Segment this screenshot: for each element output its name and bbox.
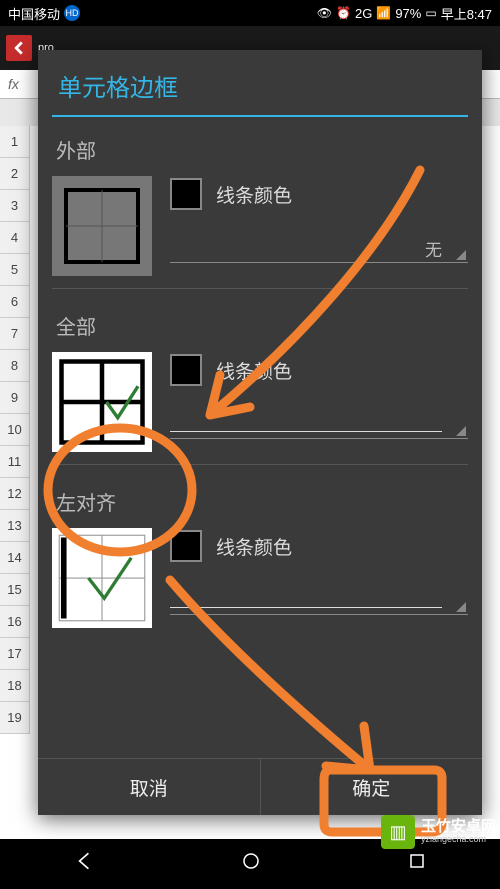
style-value: 无 bbox=[425, 241, 442, 260]
row-header[interactable]: 19 bbox=[0, 702, 30, 734]
preview-outer[interactable] bbox=[52, 176, 152, 276]
row-header[interactable]: 7 bbox=[0, 318, 30, 350]
preview-all[interactable] bbox=[52, 352, 152, 452]
nav-recent[interactable] bbox=[407, 851, 427, 877]
line-style-all[interactable] bbox=[170, 412, 468, 439]
dropdown-icon bbox=[456, 426, 466, 436]
color-swatch[interactable] bbox=[170, 354, 202, 386]
row-header[interactable]: 12 bbox=[0, 478, 30, 510]
row-header[interactable]: 1 bbox=[0, 126, 30, 158]
row-header[interactable]: 5 bbox=[0, 254, 30, 286]
color-picker-outer[interactable]: 线条颜色 bbox=[170, 178, 468, 210]
divider bbox=[52, 464, 468, 465]
section-left: 左对齐 线条颜色 bbox=[52, 479, 468, 628]
nav-back[interactable] bbox=[73, 850, 95, 878]
section-title-outer: 外部 bbox=[52, 127, 468, 176]
row-header[interactable]: 18 bbox=[0, 670, 30, 702]
line-style-outer[interactable]: 无 bbox=[170, 236, 468, 263]
color-picker-all[interactable]: 线条颜色 bbox=[170, 354, 468, 386]
row-header[interactable]: 6 bbox=[0, 286, 30, 318]
battery-label: 97% bbox=[395, 6, 421, 21]
cancel-button[interactable]: 取消 bbox=[38, 759, 260, 815]
row-header[interactable]: 4 bbox=[0, 222, 30, 254]
cell-border-dialog: 单元格边框 外部 线条颜色 无 bbox=[38, 50, 482, 815]
row-header[interactable]: 15 bbox=[0, 574, 30, 606]
watermark-url: yzlangecha.com bbox=[421, 835, 496, 844]
fx-label: fx bbox=[8, 76, 19, 92]
row-headers: 12345678910111213141516171819 bbox=[0, 126, 30, 734]
divider bbox=[52, 288, 468, 289]
section-title-left: 左对齐 bbox=[52, 479, 468, 528]
watermark: ▥ 玉竹安卓网 yzlangecha.com bbox=[381, 815, 496, 849]
row-header[interactable]: 17 bbox=[0, 638, 30, 670]
nav-home[interactable] bbox=[241, 851, 261, 877]
eye-icon: 👁 bbox=[317, 6, 332, 20]
dialog-buttons: 取消 确定 bbox=[38, 758, 482, 815]
row-header[interactable]: 3 bbox=[0, 190, 30, 222]
row-header[interactable]: 9 bbox=[0, 382, 30, 414]
watermark-name: 玉竹安卓网 bbox=[421, 819, 496, 835]
dialog-title: 单元格边框 bbox=[38, 50, 482, 115]
row-header[interactable]: 13 bbox=[0, 510, 30, 542]
battery-icon: ▭ bbox=[425, 6, 436, 20]
network-label: 2G bbox=[355, 6, 372, 21]
color-label: 线条颜色 bbox=[216, 181, 292, 208]
row-header[interactable]: 11 bbox=[0, 446, 30, 478]
dialog-body: 外部 线条颜色 无 bbox=[38, 117, 482, 758]
section-outer: 外部 线条颜色 无 bbox=[52, 127, 468, 289]
clock-label: 早上8:47 bbox=[441, 4, 492, 23]
section-all: 全部 线条颜色 bbox=[52, 303, 468, 465]
color-label: 线条颜色 bbox=[216, 357, 292, 384]
line-style-left[interactable] bbox=[170, 588, 468, 615]
color-swatch[interactable] bbox=[170, 178, 202, 210]
row-header[interactable]: 2 bbox=[0, 158, 30, 190]
alarm-icon: ⏰ bbox=[336, 6, 351, 20]
row-header[interactable]: 10 bbox=[0, 414, 30, 446]
carrier-label: 中国移动 bbox=[8, 4, 60, 23]
dropdown-icon bbox=[456, 602, 466, 612]
row-header[interactable]: 16 bbox=[0, 606, 30, 638]
color-swatch[interactable] bbox=[170, 530, 202, 562]
hd-badge: HD bbox=[64, 5, 80, 21]
status-bar: 中国移动 HD 👁 ⏰ 2G 📶 97% ▭ 早上8:47 bbox=[0, 0, 500, 26]
dropdown-icon bbox=[456, 250, 466, 260]
preview-left[interactable] bbox=[52, 528, 152, 628]
back-button[interactable] bbox=[6, 35, 32, 61]
row-header[interactable]: 14 bbox=[0, 542, 30, 574]
row-header[interactable]: 8 bbox=[0, 350, 30, 382]
color-picker-left[interactable]: 线条颜色 bbox=[170, 530, 468, 562]
watermark-logo-icon: ▥ bbox=[381, 815, 415, 849]
signal-icon: 📶 bbox=[376, 6, 391, 20]
ok-button[interactable]: 确定 bbox=[261, 759, 483, 815]
color-label: 线条颜色 bbox=[216, 533, 292, 560]
section-title-all: 全部 bbox=[52, 303, 468, 352]
